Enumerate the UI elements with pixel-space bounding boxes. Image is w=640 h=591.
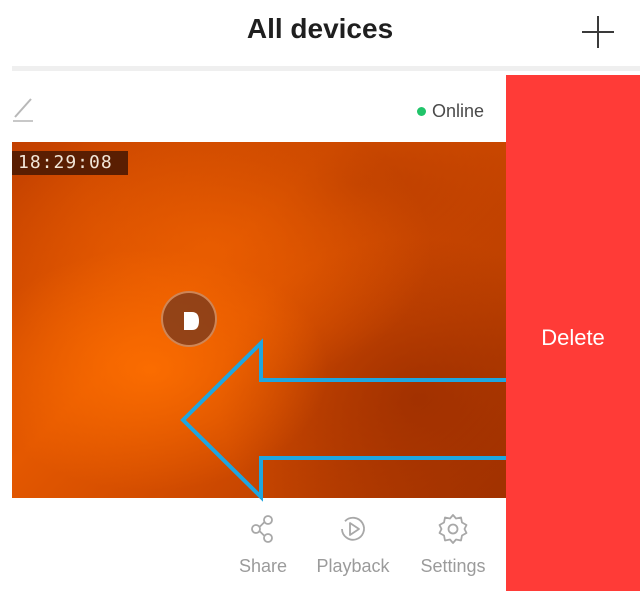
status-label: Online	[432, 100, 485, 121]
video-preview[interactable]: 18:29:08	[12, 142, 506, 498]
settings-button[interactable]: Settings	[408, 512, 498, 577]
header-bar: All devices	[0, 0, 640, 64]
online-status: Online	[417, 100, 484, 122]
delete-label: Delete	[541, 325, 605, 350]
share-icon	[251, 515, 273, 543]
share-button[interactable]: Share	[218, 512, 308, 577]
settings-gear-icon	[438, 514, 468, 544]
playback-label: Playback	[316, 556, 390, 576]
pencil-icon[interactable]	[12, 97, 34, 123]
share-label: Share	[238, 556, 288, 576]
play-icon	[184, 312, 199, 330]
delete-button[interactable]: Delete	[506, 75, 640, 591]
play-button[interactable]	[161, 291, 217, 347]
playback-button[interactable]: Playback	[308, 512, 398, 577]
plus-icon[interactable]	[578, 12, 618, 52]
playback-icon	[341, 516, 365, 541]
settings-label: Settings	[420, 556, 486, 576]
page-title: All devices	[246, 13, 394, 44]
device-actions: Share Playback Settings	[218, 512, 500, 588]
video-timestamp: 18:29:08	[12, 151, 128, 175]
status-dot-icon	[417, 106, 426, 116]
